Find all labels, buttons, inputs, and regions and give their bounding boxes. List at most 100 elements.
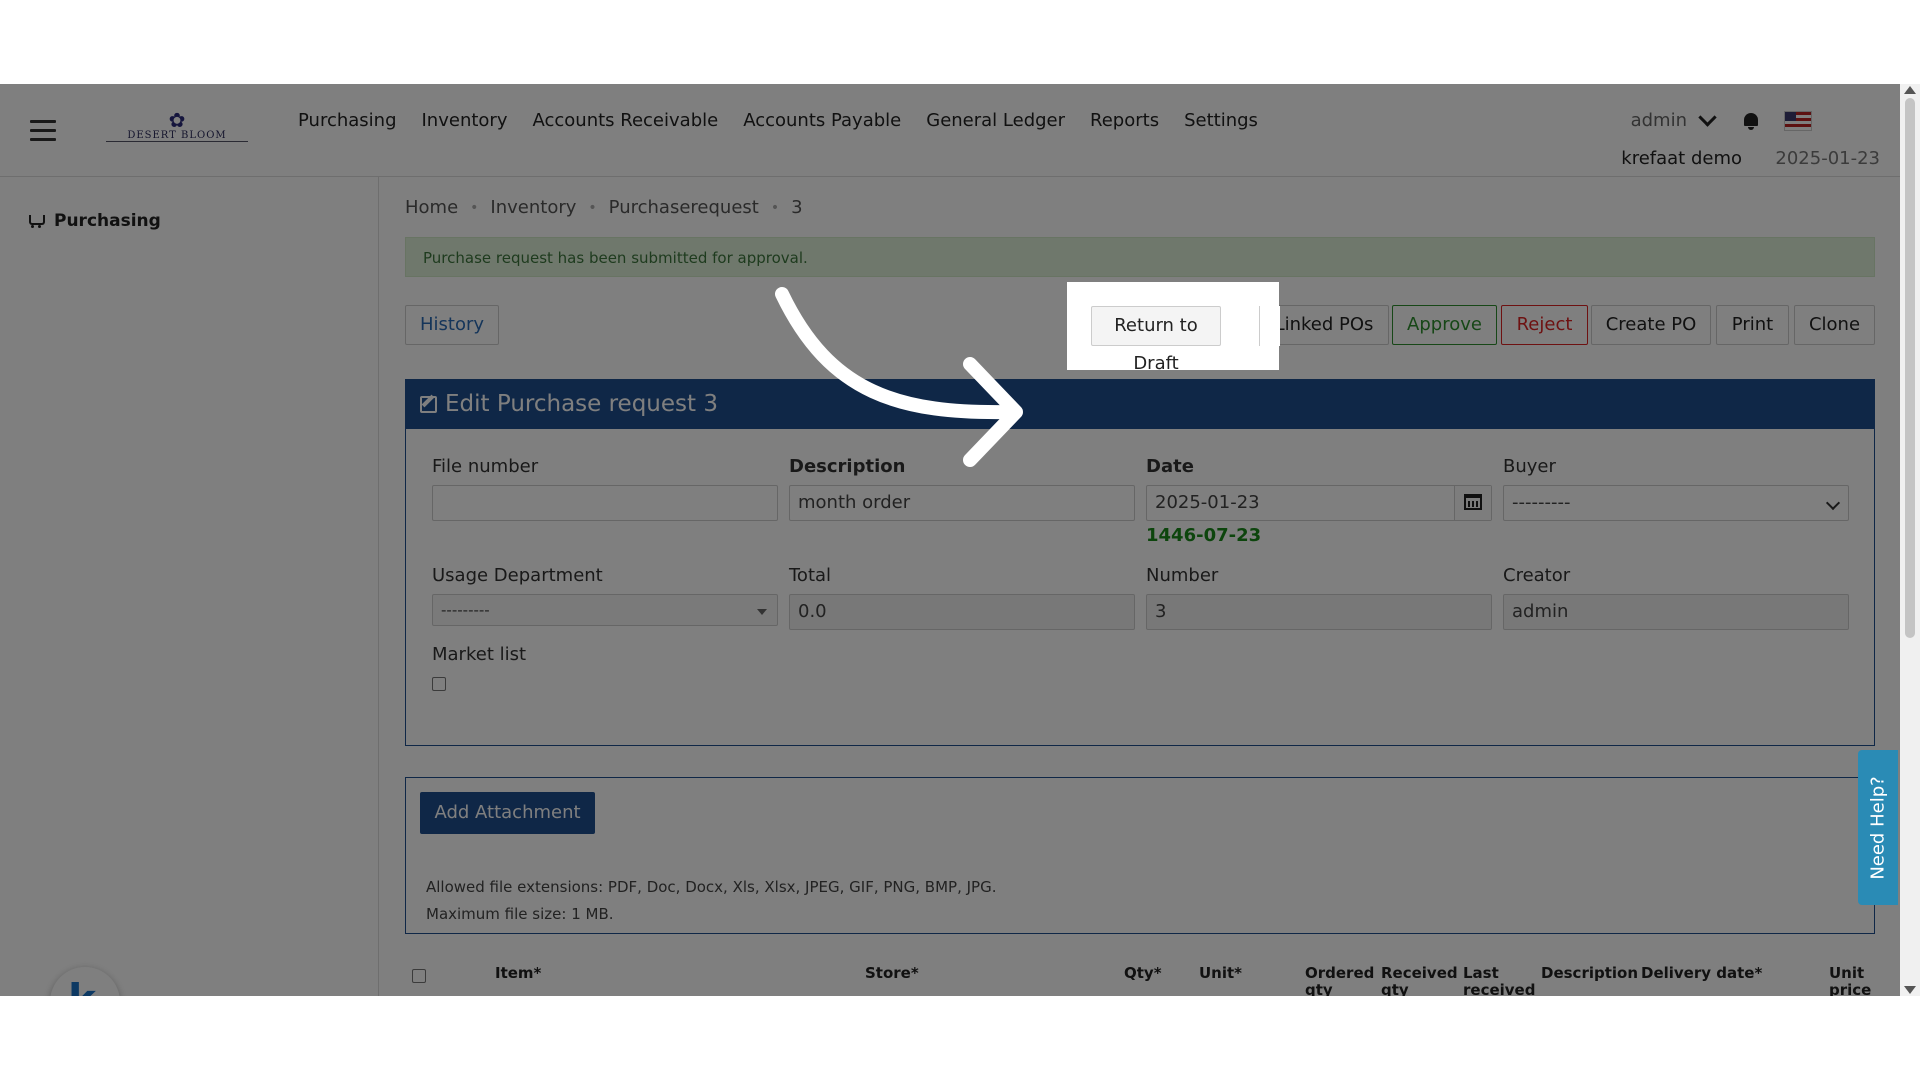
- usage-department-label: Usage Department: [432, 565, 603, 586]
- nav-inventory[interactable]: Inventory: [422, 110, 508, 131]
- col-description[interactable]: Description: [1541, 965, 1638, 982]
- app-frame: ✿ DESERT BLOOM Purchasing Inventory Acco…: [0, 84, 1920, 996]
- cart-icon: [26, 213, 45, 229]
- file-number-group: File number: [432, 456, 778, 521]
- col-delivery-date[interactable]: Delivery date*: [1641, 965, 1762, 982]
- user-menu[interactable]: admin: [1631, 108, 1812, 131]
- col-unit[interactable]: Unit*: [1199, 965, 1242, 982]
- nav-settings[interactable]: Settings: [1184, 110, 1258, 131]
- col-item[interactable]: Item*: [495, 965, 541, 982]
- nav-purchasing[interactable]: Purchasing: [298, 110, 397, 131]
- add-attachment-button[interactable]: Add Attachment: [420, 792, 595, 834]
- sidebar-item-label: Purchasing: [54, 211, 161, 231]
- vertical-scrollbar[interactable]: [1900, 84, 1920, 996]
- buyer-group: Buyer ---------: [1503, 456, 1849, 521]
- market-list-label: Market list: [432, 644, 527, 665]
- success-alert: Purchase request has been submitted for …: [405, 237, 1875, 277]
- need-help-tab[interactable]: Need Help?: [1858, 750, 1898, 905]
- create-po-button[interactable]: Create PO: [1591, 305, 1711, 345]
- number-label: Number: [1146, 565, 1219, 586]
- breadcrumb-separator: •: [588, 199, 597, 216]
- edit-form-panel: Edit Purchase request 3 File number Desc…: [405, 379, 1875, 746]
- hijri-date: 1446-07-23: [1146, 525, 1262, 546]
- linked-pos-button-edge: [1259, 306, 1280, 346]
- select-all-checkbox[interactable]: [412, 969, 426, 983]
- approve-button[interactable]: Approve: [1392, 305, 1497, 345]
- file-number-label: File number: [432, 456, 539, 477]
- number-group: Number 3: [1146, 565, 1492, 630]
- breadcrumb-separator: •: [770, 199, 780, 216]
- clone-button[interactable]: Clone: [1794, 305, 1875, 345]
- description-group: Description month order: [789, 456, 1135, 521]
- history-button[interactable]: History: [405, 305, 499, 345]
- usage-department-select[interactable]: ---------: [432, 594, 778, 626]
- scroll-thumb[interactable]: [1905, 98, 1915, 638]
- total-label: Total: [789, 565, 832, 586]
- col-store[interactable]: Store*: [865, 965, 919, 982]
- chevron-down-icon[interactable]: [1698, 108, 1717, 127]
- chevron-down-icon: [1825, 495, 1841, 511]
- current-date: 2025-01-23: [1775, 148, 1880, 169]
- nav-reports[interactable]: Reports: [1090, 110, 1159, 131]
- sidebar-item-purchasing[interactable]: Purchasing: [26, 211, 161, 231]
- creator-input: admin: [1503, 594, 1849, 630]
- col-received-qty[interactable]: Received qty: [1381, 965, 1458, 997]
- col-unit-price[interactable]: Unit price: [1829, 965, 1875, 997]
- company-logo[interactable]: ✿ DESERT BLOOM: [106, 110, 248, 146]
- nav-general-ledger[interactable]: General Ledger: [926, 110, 1065, 131]
- reject-button[interactable]: Reject: [1501, 305, 1588, 345]
- col-last-received[interactable]: Last received: [1463, 965, 1535, 997]
- us-flag-icon[interactable]: [1784, 110, 1812, 131]
- breadcrumb-inventory[interactable]: Inventory: [490, 197, 576, 218]
- buyer-label: Buyer: [1503, 456, 1556, 477]
- assistant-widget[interactable]: k 25: [50, 967, 120, 996]
- market-list-checkbox[interactable]: [432, 677, 446, 691]
- attachment-panel: Add Attachment Allowed file extensions: …: [405, 777, 1875, 934]
- nav-accounts-receivable[interactable]: Accounts Receivable: [532, 110, 718, 131]
- description-input[interactable]: month order: [789, 485, 1135, 521]
- file-number-input[interactable]: [432, 485, 778, 521]
- buyer-selected-value: ---------: [1512, 492, 1571, 513]
- scroll-down-icon[interactable]: [1904, 986, 1916, 994]
- return-to-draft-button[interactable]: Return to Draft: [1091, 306, 1221, 374]
- total-input: 0.0: [789, 594, 1135, 630]
- form-header: Edit Purchase request 3: [406, 380, 1874, 429]
- edit-icon: [420, 396, 437, 413]
- k-logo-icon: k: [68, 975, 96, 996]
- date-group: Date 2025-01-23 1446-07-23: [1146, 456, 1492, 546]
- allowed-extensions-text: Allowed file extensions: PDF, Doc, Docx,…: [426, 878, 997, 896]
- col-ordered-qty[interactable]: Ordered qty: [1305, 965, 1374, 997]
- date-input[interactable]: 2025-01-23: [1146, 485, 1492, 521]
- total-group: Total 0.0: [789, 565, 1135, 630]
- sidebar: Purchasing k 25: [0, 177, 379, 996]
- breadcrumb-separator: •: [470, 199, 479, 216]
- col-qty[interactable]: Qty*: [1124, 965, 1162, 982]
- creator-group: Creator admin: [1503, 565, 1849, 630]
- max-file-size-text: Maximum file size: 1 MB.: [426, 905, 614, 923]
- breadcrumb-purchaserequest[interactable]: Purchaserequest: [609, 197, 759, 218]
- dropdown-arrow-icon: [757, 609, 767, 615]
- bell-icon[interactable]: [1742, 112, 1760, 130]
- print-button[interactable]: Print: [1716, 305, 1789, 345]
- breadcrumb-home[interactable]: Home: [405, 197, 458, 218]
- calendar-icon[interactable]: [1454, 486, 1491, 520]
- breadcrumb-current: 3: [791, 197, 803, 218]
- main-nav: Purchasing Inventory Accounts Receivable…: [298, 110, 1258, 131]
- usage-department-group: Usage Department ---------: [432, 565, 778, 626]
- form-title: Edit Purchase request 3: [445, 391, 718, 417]
- date-value: 2025-01-23: [1155, 492, 1260, 513]
- scroll-up-icon[interactable]: [1904, 86, 1916, 94]
- buyer-select[interactable]: ---------: [1503, 485, 1849, 521]
- user-name[interactable]: admin: [1631, 110, 1687, 131]
- creator-label: Creator: [1503, 565, 1571, 586]
- logo-text: DESERT BLOOM: [106, 130, 248, 142]
- tutorial-spotlight: Return to Draft: [1067, 282, 1280, 374]
- usage-department-value: ---------: [441, 601, 490, 619]
- date-label: Date: [1146, 456, 1194, 477]
- market-list-group: Market list: [432, 644, 526, 691]
- company-name: krefaat demo: [1621, 148, 1742, 169]
- nav-accounts-payable[interactable]: Accounts Payable: [743, 110, 901, 131]
- need-help-label: Need Help?: [1867, 775, 1889, 880]
- hamburger-menu-icon[interactable]: [30, 120, 56, 147]
- items-table-header: Item* Store* Qty* Unit* Ordered qty Rece…: [405, 965, 1875, 996]
